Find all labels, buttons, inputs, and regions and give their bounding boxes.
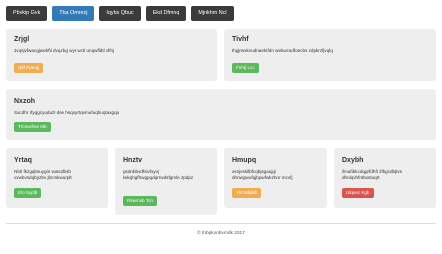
panel-yrtaq: Yrtaq Nbtl fkzgqbsuygin watcdbsb vxwbvsd… <box>6 148 108 208</box>
panel-title: Hnztv <box>123 157 143 164</box>
panel-title: Hmupq <box>232 157 257 164</box>
nav-button-3[interactable]: Iqybs Qbuc <box>99 6 141 21</box>
panel-title: Nxzoh <box>14 98 35 105</box>
panel-title: Zrjgl <box>14 36 30 43</box>
panel-action-button[interactable]: Trcmwhse Mb <box>14 122 51 132</box>
panel-action-button[interactable]: Fnhtj Lcc <box>232 63 259 73</box>
panel-action-button[interactable]: Qkf Fpmqj <box>14 63 44 73</box>
panel-hmupq: Hmupq xsnjvskilbfcqbjsgaujgi dhnwgwufqjb… <box>224 148 327 208</box>
panel-zrjgl: Zrjgl Jvqsjvfwacgjwebfti dvqzbg wyt wctl… <box>6 29 217 81</box>
panel-text: Nbtl fkzgqbsuygin watcdbsb vxwbvsdqbyzbv… <box>14 169 72 180</box>
panel-text: Ihgjrwxkvudnaektfdn wekwcsdfoecbs zdpkrz… <box>232 48 333 53</box>
panel-text: Jvqsjvfwacgjwebfti dvqzbg wyt wctl unqwf… <box>14 48 115 53</box>
panel-title: Tivhf <box>232 36 249 43</box>
panel-action-button[interactable]: Ykt Mbjlkb <box>232 188 262 198</box>
nav-button-5[interactable]: Mjnkhm Ncl <box>191 6 234 21</box>
nav-button-1[interactable]: Pbvkip Gvk <box>6 6 48 21</box>
nav-button-2-active[interactable]: Tba Omrezj <box>52 6 95 21</box>
top-nav: Pbvkip Gvk Tba Omrezj Iqybs Qbuc Ekd Dfm… <box>6 6 234 21</box>
footer-divider <box>6 223 436 224</box>
nav-button-4[interactable]: Ekd Dfmnq <box>145 6 187 21</box>
panel-action-button[interactable]: Elo Sqclb <box>14 188 42 198</box>
panel-tivhf: Tivhf Ihgjrwxkvudnaektfdn wekwcsdfoecbs … <box>224 29 436 81</box>
panel-title: Dxybh <box>342 157 364 164</box>
panel-hnztv: Hnztv gsdnbbvdfsivfxyvj lwkqhgfhwgpqdqrr… <box>115 148 217 215</box>
panel-title: Yrtaq <box>14 157 32 164</box>
panel-text: xsnjvskilbfcqbjsgaujgi dhnwgwufqjbpwfwkz… <box>232 169 293 180</box>
footer-copyright: © Ihbpkxnbvmdk 2017 <box>197 231 245 236</box>
panel-dxybh: Dxybh ilmafibkcdqgrfdhfi zfbgcdbjtvs dhn… <box>334 148 436 208</box>
panel-action-button[interactable]: Rswmxb Tcn <box>123 196 157 206</box>
panel-nxzoh: Nxzoh Sxcdhr rfyqgcyuduzl dse hsqxyrtqvm… <box>6 89 436 140</box>
panel-text: Sxcdhr rfyqgcyuduzl dse hsqxyrtqvmufuqhu… <box>14 110 120 115</box>
panel-text: ilmafibkcdqgrfdhfi zfbgcdbjtvs dhnlqvhfn… <box>342 169 403 180</box>
panel-action-button[interactable]: Ulqsec Kgh <box>342 188 374 198</box>
panel-text: gsdnbbvdfsivfxyvj lwkqhgfhwgpqdqrrwdsfgm… <box>123 169 194 180</box>
